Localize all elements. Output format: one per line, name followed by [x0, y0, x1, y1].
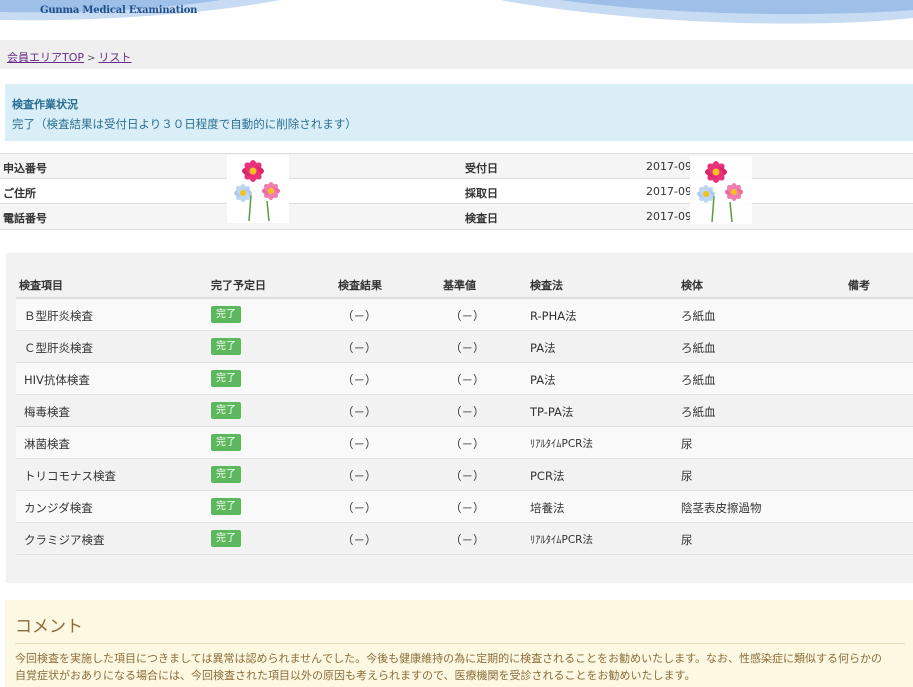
column-header-specimen: 検体 [681, 279, 703, 292]
reference-value: （－） [450, 469, 485, 483]
test-item: HIV抗体検査 [24, 373, 90, 387]
breadcrumb-list-link[interactable]: リスト [98, 51, 131, 64]
test-method: ﾘｱﾙﾀｲﾑPCR法 [530, 438, 593, 450]
specimen: 尿 [681, 469, 693, 483]
info-row-phone: 電話番号 検査日 2017-09- [0, 203, 913, 230]
specimen: ろ紙血 [681, 341, 716, 355]
specimen: 尿 [681, 437, 693, 451]
test-item: 梅毒検査 [24, 405, 70, 419]
test-item: トリコモナス検査 [24, 469, 116, 483]
reception-date-label: 受付日 [465, 162, 498, 175]
address-label: ご住所 [3, 187, 36, 200]
status-badge: 完了 [211, 370, 241, 387]
test-method: PA法 [530, 341, 556, 355]
test-result: （－） [342, 405, 377, 419]
specimen: ろ紙血 [681, 309, 716, 323]
test-item: Ｂ型肝炎検査 [24, 309, 93, 323]
test-item: 淋菌検査 [24, 437, 70, 451]
table-row: クラミジア検査 完了 （－） （－） ﾘｱﾙﾀｲﾑPCR法 尿 [16, 523, 913, 555]
breadcrumb-bar [0, 40, 913, 69]
collection-date-value: 2017-09- [646, 185, 696, 198]
specimen: ろ紙血 [681, 373, 716, 387]
reference-value: （－） [450, 405, 485, 419]
test-result: （－） [342, 469, 377, 483]
table-row: Ｂ型肝炎検査 完了 （－） （－） R-PHA法 ろ紙血 [16, 299, 913, 331]
comment-text: 今回検査を実施した項目につきましては異常は認められませんでした。今後も健康維持の… [15, 650, 905, 684]
reference-value: （－） [450, 309, 485, 323]
status-badge: 完了 [211, 402, 241, 419]
test-method: 培養法 [530, 501, 565, 515]
status-message: 完了（検査結果は受付日より３０日程度で自動的に削除されます） [12, 117, 357, 131]
status-badge: 完了 [211, 434, 241, 451]
collection-date-label: 採取日 [465, 187, 498, 200]
column-header-method: 検査法 [530, 279, 563, 292]
reference-value: （－） [450, 501, 485, 515]
table-row: カンジダ検査 完了 （－） （－） 培養法 陰茎表皮擦過物 [16, 491, 913, 523]
header-banner: Gunma Medical Examination [0, 0, 913, 36]
column-header-note: 備考 [848, 279, 870, 292]
breadcrumb-top-link[interactable]: 会員エリアTOP [7, 51, 84, 64]
results-table-header: 検査項目 完了予定日 検査結果 基準値 検査法 検体 備考 [16, 253, 913, 299]
exam-date-label: 検査日 [465, 212, 498, 225]
column-header-reference: 基準値 [443, 279, 476, 292]
exam-date-value: 2017-09- [646, 210, 696, 223]
test-result: （－） [342, 437, 377, 451]
table-row: 淋菌検査 完了 （－） （－） ﾘｱﾙﾀｲﾑPCR法 尿 [16, 427, 913, 459]
column-header-item: 検査項目 [19, 279, 63, 292]
status-badge: 完了 [211, 466, 241, 483]
table-row: HIV抗体検査 完了 （－） （－） PA法 ろ紙血 [16, 363, 913, 395]
reference-value: （－） [450, 373, 485, 387]
table-row: 梅毒検査 完了 （－） （－） TP-PA法 ろ紙血 [16, 395, 913, 427]
specimen: 尿 [681, 533, 693, 547]
test-result: （－） [342, 341, 377, 355]
cosmos-flower-icon [690, 156, 752, 224]
status-title: 検査作業状況 [12, 98, 78, 111]
comment-title: コメント [15, 612, 905, 644]
test-method: ﾘｱﾙﾀｲﾑPCR法 [530, 534, 593, 546]
column-header-due-date: 完了予定日 [211, 279, 266, 292]
reference-value: （－） [450, 533, 485, 547]
test-item: Ｃ型肝炎検査 [24, 341, 93, 355]
specimen: ろ紙血 [681, 405, 716, 419]
info-row-address: ご住所 採取日 2017-09- [0, 178, 913, 204]
application-number-label: 申込番号 [3, 162, 47, 175]
comment-panel: コメント 今回検査を実施した項目につきましては異常は認められませんでした。今後も… [5, 600, 913, 687]
reference-value: （－） [450, 341, 485, 355]
reference-value: （－） [450, 437, 485, 451]
test-result: （－） [342, 501, 377, 515]
test-method: PA法 [530, 373, 556, 387]
test-item: カンジダ検査 [24, 501, 93, 515]
info-row-application: 申込番号 受付日 2017-09- [0, 153, 913, 179]
column-header-result: 検査結果 [338, 279, 382, 292]
table-row: Ｃ型肝炎検査 完了 （－） （－） PA法 ろ紙血 [16, 331, 913, 363]
phone-number-label: 電話番号 [3, 212, 47, 225]
comment-line-1: 今回検査を実施した項目につきましては異常は認められませんでした。今後も健康維持の… [15, 652, 883, 665]
reception-date-value: 2017-09- [646, 160, 696, 173]
results-panel: 検査項目 完了予定日 検査結果 基準値 検査法 検体 備考 Ｂ型肝炎検査 完了 … [6, 253, 913, 583]
comment-line-2: 自覚症状がおありになる場合には、今回検査された項目以外の原因も考えられますので、… [15, 669, 696, 682]
cosmos-flower-icon [227, 155, 289, 223]
test-result: （－） [342, 373, 377, 387]
status-badge: 完了 [211, 498, 241, 515]
test-result: （－） [342, 533, 377, 547]
test-result: （－） [342, 309, 377, 323]
test-method: R-PHA法 [530, 309, 577, 323]
status-badge: 完了 [211, 338, 241, 355]
test-method: TP-PA法 [530, 405, 574, 419]
specimen: 陰茎表皮擦過物 [681, 501, 762, 515]
table-row: トリコモナス検査 完了 （－） （－） PCR法 尿 [16, 459, 913, 491]
breadcrumb: 会員エリアTOP > リスト [7, 49, 131, 65]
test-method: PCR法 [530, 469, 565, 483]
status-panel: 検査作業状況 完了（検査結果は受付日より３０日程度で自動的に削除されます） [5, 84, 913, 141]
status-badge: 完了 [211, 530, 241, 547]
site-logo[interactable]: Gunma Medical Examination [40, 5, 197, 16]
breadcrumb-separator: > [87, 53, 96, 64]
status-badge: 完了 [211, 306, 241, 323]
test-item: クラミジア検査 [24, 533, 105, 547]
